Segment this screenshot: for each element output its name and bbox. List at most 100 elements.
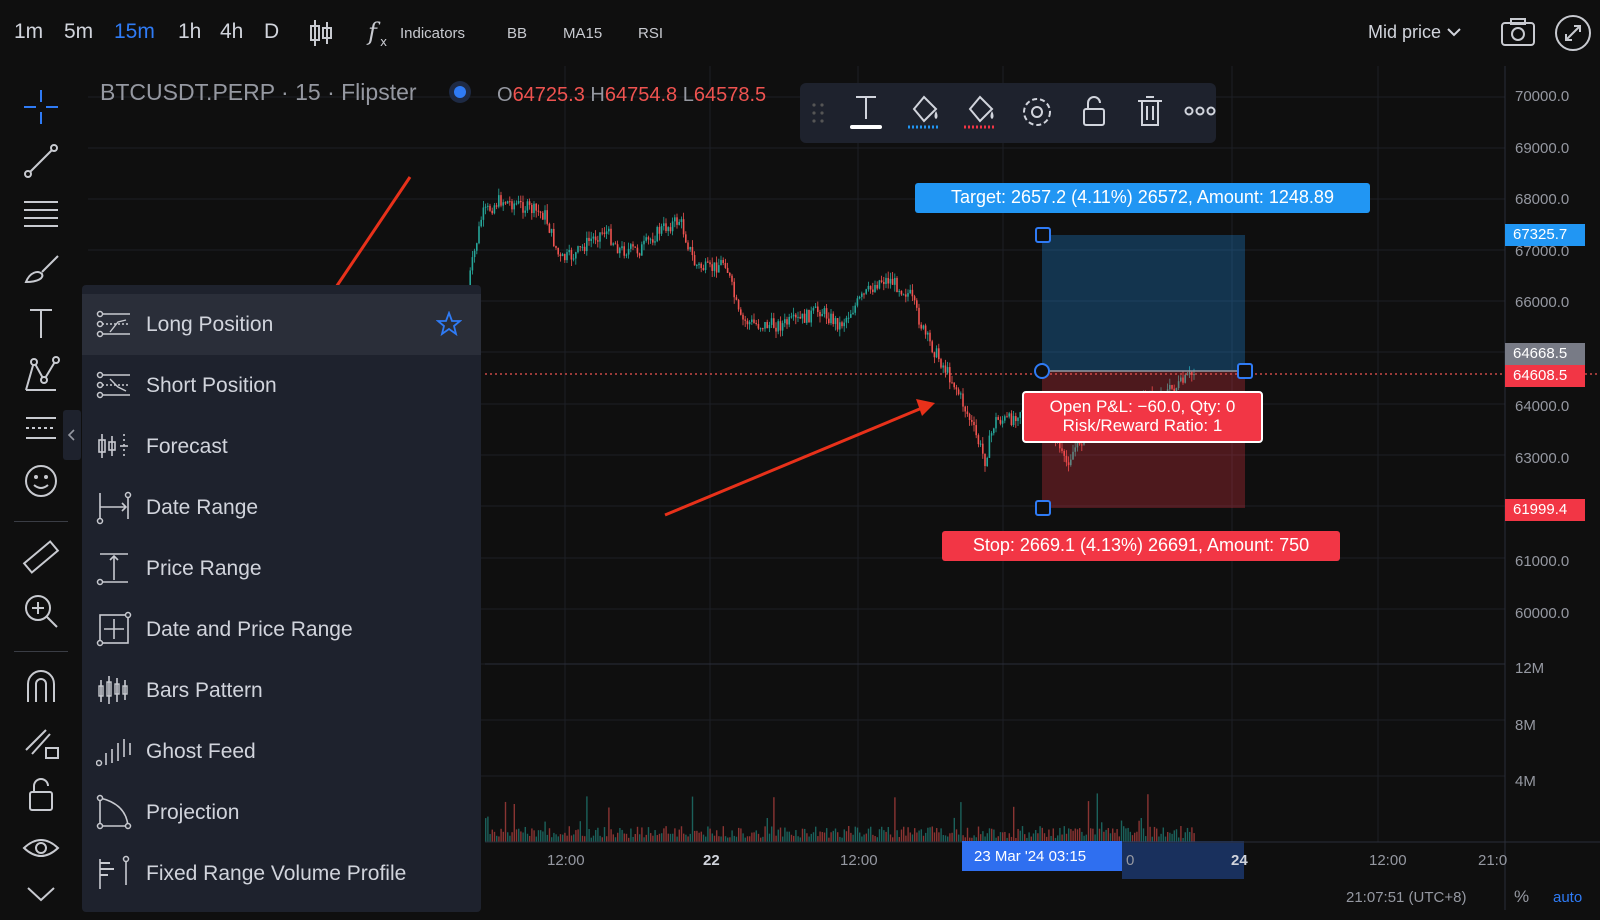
candle-body <box>986 457 988 467</box>
candle-body <box>854 305 856 313</box>
short-position-icon <box>96 371 130 399</box>
volume-bar <box>933 832 936 842</box>
candle-body <box>876 285 878 289</box>
auto-scale-button[interactable]: auto <box>1553 889 1582 906</box>
date-price-range-icon <box>96 611 132 647</box>
text-color-icon[interactable] <box>848 93 884 133</box>
settings-icon[interactable] <box>1020 95 1054 129</box>
volume-bar <box>907 827 909 842</box>
candle-body <box>1006 416 1008 418</box>
candle-body <box>663 223 665 227</box>
candle-body <box>955 387 958 390</box>
drag-handle-icon[interactable] <box>810 99 826 127</box>
candle-body <box>830 313 832 324</box>
stop-handle[interactable] <box>1035 500 1051 516</box>
candle-body <box>509 201 511 203</box>
candle-body <box>806 309 808 323</box>
target-zone[interactable] <box>1042 235 1245 371</box>
volume-bar <box>938 832 940 842</box>
menu-item-ghost-feed[interactable]: Ghost Feed <box>82 721 481 782</box>
entry-handle[interactable] <box>1034 363 1050 379</box>
candle-body <box>623 246 625 256</box>
volume-bar <box>773 797 775 842</box>
stop-price-tag: 61999.4 <box>1505 499 1585 521</box>
candle-body <box>696 265 698 267</box>
percent-scale-button[interactable]: % <box>1514 887 1529 907</box>
symbol-title[interactable]: BTCUSDT.PERP · 15 · Flipster <box>100 79 417 106</box>
candle-body <box>542 212 544 220</box>
candle-body <box>553 228 555 247</box>
pnl-label[interactable]: Open P&L: −60.0, Qty: 0 Risk/Reward Rati… <box>1022 391 1263 443</box>
volume-bar <box>625 833 628 842</box>
volume-bar <box>731 830 733 842</box>
candle-body <box>808 309 810 323</box>
volume-bar <box>848 826 850 842</box>
candle-body <box>922 325 925 329</box>
candle-body <box>731 275 733 282</box>
candle-body <box>973 421 975 426</box>
volume-bar <box>694 830 696 842</box>
candle-body <box>634 246 636 248</box>
candle-body <box>786 319 788 325</box>
target-label[interactable]: Target: 2657.2 (4.11%) 26572, Amount: 12… <box>915 183 1370 213</box>
fill-color-icon[interactable] <box>906 91 942 133</box>
stop-color-icon[interactable] <box>962 91 998 133</box>
candle-body <box>748 321 751 325</box>
volume-bar <box>925 832 927 842</box>
lock-icon[interactable] <box>1078 93 1110 129</box>
menu-item-projection[interactable]: Projection <box>82 782 481 843</box>
volume-bar <box>947 836 949 842</box>
volume-bar <box>496 835 498 842</box>
stop-label[interactable]: Stop: 2669.1 (4.13%) 26691, Amount: 750 <box>942 531 1340 561</box>
candle-body <box>869 285 872 290</box>
trash-icon[interactable] <box>1134 93 1166 129</box>
volume-bar <box>599 835 601 842</box>
volume-bar <box>753 832 755 842</box>
menu-item-label: Short Position <box>146 374 277 397</box>
candle-body <box>658 227 661 234</box>
menu-item-bars-pattern[interactable]: Bars Pattern <box>82 660 481 721</box>
candle-body <box>693 255 696 266</box>
candle-body <box>564 254 566 261</box>
candle-body <box>957 389 960 395</box>
candle-body <box>533 203 535 214</box>
volume-profile-icon <box>99 855 130 889</box>
candle-body <box>625 254 628 256</box>
target-handle[interactable] <box>1035 227 1051 243</box>
volume-bar <box>650 833 652 842</box>
candle-body <box>911 289 914 297</box>
volume-bar <box>733 835 735 842</box>
candle-body <box>559 254 562 257</box>
time-range-highlight <box>1122 841 1244 879</box>
volume-bar <box>577 829 579 842</box>
candle-body <box>916 300 918 308</box>
more-icon[interactable] <box>1184 103 1216 119</box>
candle-body <box>920 324 922 329</box>
pnl-line: Open P&L: −60.0, Qty: 0 <box>1049 397 1236 416</box>
menu-item-fixed-range-volume-profile[interactable]: Fixed Range Volume Profile <box>82 843 481 904</box>
menu-item-long-position[interactable]: Long Position <box>82 294 481 355</box>
candle-body <box>792 314 795 317</box>
menu-item-label: Date and Price Range <box>146 618 353 641</box>
right-handle[interactable] <box>1237 363 1253 379</box>
candle-body <box>484 206 487 208</box>
volume-bar <box>927 827 929 842</box>
menu-item-short-position[interactable]: Short Position <box>82 355 481 416</box>
candle-body <box>621 246 623 249</box>
menu-item-price-range[interactable]: Price Range <box>82 538 481 599</box>
volume-bar <box>551 837 553 842</box>
volume-bar <box>885 831 887 842</box>
favorite-star-icon[interactable] <box>436 311 462 337</box>
menu-item-forecast[interactable]: Forecast <box>82 416 481 477</box>
volume-bar <box>797 836 799 842</box>
menu-item-date-price-range[interactable]: Date and Price Range <box>82 599 481 660</box>
menu-collapse-handle[interactable] <box>63 410 81 460</box>
candle-body <box>927 332 929 335</box>
candle-body <box>839 322 841 330</box>
volume-bar <box>1123 826 1125 842</box>
candle-body <box>999 419 1002 424</box>
volume-bar <box>511 832 513 842</box>
menu-item-date-range[interactable]: Date Range <box>82 477 481 538</box>
volume-label: 12M <box>1515 660 1545 677</box>
candle-body <box>720 260 722 266</box>
